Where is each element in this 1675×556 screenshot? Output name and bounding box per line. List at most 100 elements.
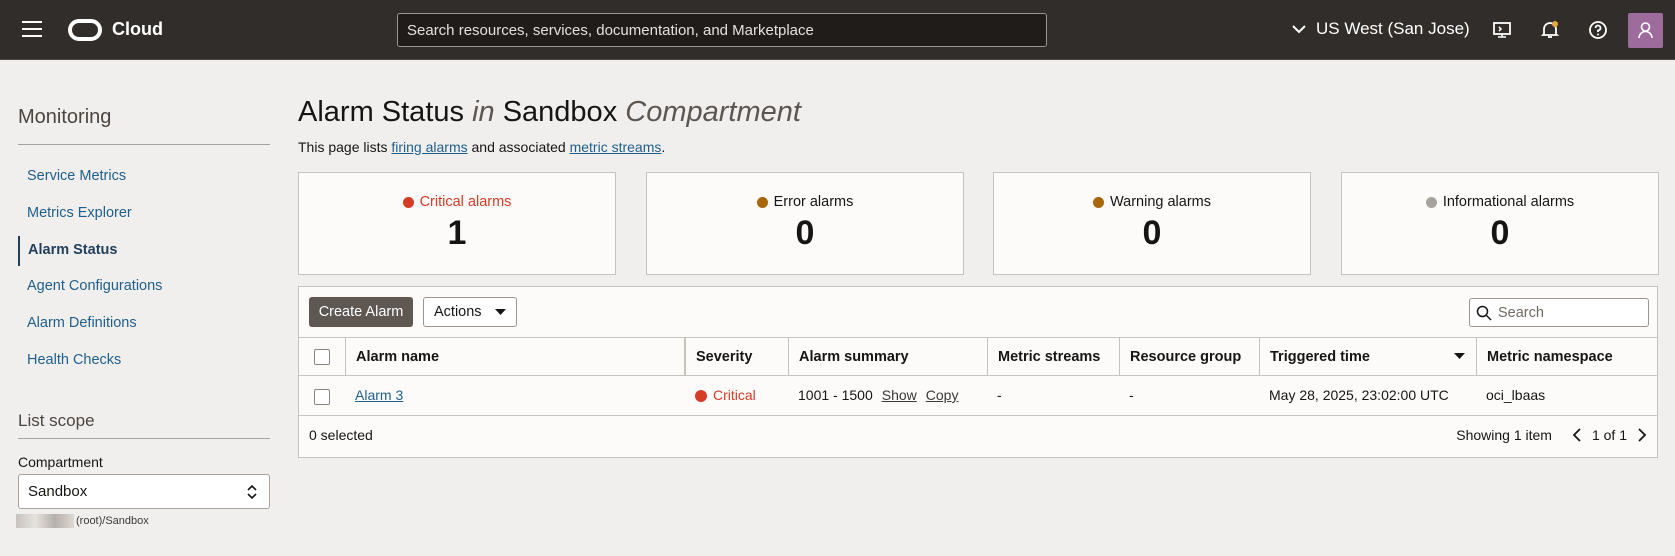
metric-streams-cell: - bbox=[997, 387, 1002, 403]
informational-alarms-label: Informational alarms bbox=[1342, 194, 1658, 210]
column-header-severity[interactable]: Severity bbox=[685, 338, 788, 376]
redacted-tenancy bbox=[16, 514, 74, 528]
alarm-name-link[interactable]: Alarm 3 bbox=[355, 387, 403, 403]
user-avatar[interactable] bbox=[1628, 13, 1663, 48]
region-selector[interactable]: US West (San Jose) bbox=[1292, 19, 1470, 39]
compartment-path-text: (root)/Sandbox bbox=[76, 515, 149, 527]
select-all-checkbox[interactable] bbox=[314, 349, 330, 365]
selected-count: 0 selected bbox=[309, 427, 373, 443]
list-scope-divider bbox=[18, 438, 270, 439]
region-label: US West (San Jose) bbox=[1316, 19, 1470, 38]
global-search-input[interactable]: Search resources, services, documentatio… bbox=[397, 13, 1047, 47]
sort-descending-icon[interactable] bbox=[1454, 353, 1465, 360]
page-title-main: Alarm Status bbox=[298, 96, 464, 128]
informational-alarms-text: Informational alarms bbox=[1442, 194, 1575, 210]
page-title-compartment: Sandbox bbox=[502, 96, 618, 128]
user-icon bbox=[1638, 22, 1653, 39]
triggered-time-cell: May 28, 2025, 23:02:00 UTC bbox=[1269, 387, 1449, 403]
notifications-bell-icon[interactable] bbox=[1540, 20, 1560, 40]
chevron-left-icon[interactable] bbox=[1572, 427, 1582, 443]
informational-alarms-card[interactable]: Informational alarms 0 bbox=[1341, 172, 1659, 275]
column-header-metric-streams[interactable]: Metric streams bbox=[987, 338, 1119, 376]
page-description: This page lists firing alarms and associ… bbox=[298, 139, 665, 155]
severity-cell: Critical bbox=[685, 376, 788, 415]
chevron-right-icon[interactable] bbox=[1637, 427, 1647, 443]
desc-middle: and associated bbox=[471, 139, 566, 155]
alarm-summary-cell: 1001 - 1500 Show Copy bbox=[788, 376, 987, 415]
sidebar-item-service-metrics[interactable]: Service Metrics bbox=[18, 162, 268, 192]
sidebar-divider bbox=[18, 144, 270, 145]
actions-menu-button[interactable]: Actions bbox=[423, 297, 517, 327]
create-alarm-button[interactable]: Create Alarm bbox=[309, 297, 413, 327]
error-alarms-label: Error alarms bbox=[647, 194, 963, 210]
table-header-row: Alarm name Severity Alarm summary Metric… bbox=[299, 337, 1657, 376]
row-checkbox[interactable] bbox=[314, 389, 330, 405]
page-title-suffix: Compartment bbox=[625, 96, 801, 128]
top-navigation-bar: Cloud Search resources, services, docume… bbox=[0, 0, 1675, 60]
error-alarms-text: Error alarms bbox=[773, 194, 854, 210]
warning-status-icon bbox=[1093, 196, 1104, 208]
search-placeholder: Search bbox=[1498, 304, 1544, 321]
error-alarms-count: 0 bbox=[795, 214, 815, 252]
copy-summary-link[interactable]: Copy bbox=[926, 387, 959, 403]
showing-count: Showing 1 item bbox=[1456, 427, 1552, 443]
column-header-resource-group[interactable]: Resource group bbox=[1119, 338, 1259, 376]
warning-alarms-text: Warning alarms bbox=[1110, 194, 1211, 210]
severity-text: Critical bbox=[713, 387, 756, 403]
critical-status-icon bbox=[402, 196, 414, 208]
sidebar-item-alarm-definitions[interactable]: Alarm Definitions bbox=[18, 309, 268, 339]
desc-prefix: This page lists bbox=[298, 139, 388, 155]
critical-alarms-count: 1 bbox=[447, 214, 467, 252]
column-header-alarm-name[interactable]: Alarm name bbox=[345, 338, 685, 376]
alarms-table-panel: Create Alarm Actions Search Alarm name S… bbox=[298, 286, 1658, 458]
page-title: Alarm Status in Sandbox Compartment bbox=[298, 96, 801, 129]
page-indicator: 1 of 1 bbox=[1591, 427, 1627, 443]
metric-namespace-cell: oci_lbaas bbox=[1486, 387, 1546, 403]
brand-name[interactable]: Cloud bbox=[112, 19, 163, 40]
compartment-select[interactable]: Sandbox bbox=[18, 474, 270, 509]
column-header-alarm-summary[interactable]: Alarm summary bbox=[788, 338, 987, 376]
show-summary-link[interactable]: Show bbox=[882, 387, 917, 403]
table-search-input[interactable]: Search bbox=[1469, 298, 1649, 327]
critical-alarms-text: Critical alarms bbox=[419, 194, 512, 210]
warning-alarms-card[interactable]: Warning alarms 0 bbox=[993, 172, 1311, 275]
column-header-triggered-time[interactable]: Triggered time bbox=[1259, 338, 1476, 376]
critical-alarms-card[interactable]: Critical alarms 1 bbox=[298, 172, 616, 275]
sidebar-item-health-checks[interactable]: Health Checks bbox=[18, 346, 268, 376]
desc-end: . bbox=[661, 139, 666, 155]
chevron-down-icon bbox=[1292, 24, 1306, 33]
informational-status-icon bbox=[1425, 196, 1437, 208]
alarm-name-cell: Alarm 3 bbox=[345, 376, 685, 415]
compartment-path: (root)/Sandbox bbox=[16, 514, 149, 528]
error-alarms-card[interactable]: Error alarms 0 bbox=[646, 172, 964, 275]
metric-streams-link[interactable]: metric streams bbox=[570, 139, 662, 155]
cloud-shell-icon[interactable] bbox=[1492, 20, 1512, 40]
firing-alarms-link[interactable]: firing alarms bbox=[391, 139, 467, 155]
column-header-metric-namespace[interactable]: Metric namespace bbox=[1476, 338, 1657, 376]
compartment-value: Sandbox bbox=[28, 483, 88, 500]
select-arrows-icon bbox=[247, 484, 257, 500]
caret-down-icon bbox=[495, 308, 506, 315]
list-scope-title: List scope bbox=[18, 411, 95, 430]
menu-icon[interactable] bbox=[22, 21, 42, 38]
resource-group-cell: - bbox=[1129, 387, 1134, 403]
search-icon bbox=[1476, 305, 1492, 321]
critical-severity-icon bbox=[695, 390, 707, 402]
informational-alarms-count: 0 bbox=[1490, 214, 1510, 252]
help-icon[interactable] bbox=[1588, 20, 1608, 40]
sidebar-item-alarm-status[interactable]: Alarm Status bbox=[18, 236, 268, 266]
warning-alarms-count: 0 bbox=[1142, 214, 1162, 252]
oracle-logo-icon[interactable] bbox=[68, 19, 102, 41]
triggered-time-label: Triggered time bbox=[1270, 349, 1370, 365]
page-title-in: in bbox=[472, 96, 495, 128]
warning-alarms-label: Warning alarms bbox=[994, 194, 1310, 210]
summary-text: 1001 - 1500 bbox=[798, 387, 873, 403]
error-status-icon bbox=[756, 196, 768, 208]
actions-label: Actions bbox=[434, 304, 482, 320]
sidebar-item-metrics-explorer[interactable]: Metrics Explorer bbox=[18, 199, 268, 229]
table-row: Alarm 3 Critical 1001 - 1500 Show Copy - -… bbox=[299, 376, 1657, 416]
compartment-label: Compartment bbox=[18, 454, 103, 470]
sidebar-item-agent-configurations[interactable]: Agent Configurations bbox=[18, 272, 268, 302]
pagination: Showing 1 item 1 of 1 bbox=[1456, 427, 1647, 443]
sidebar-title: Monitoring bbox=[18, 106, 112, 128]
